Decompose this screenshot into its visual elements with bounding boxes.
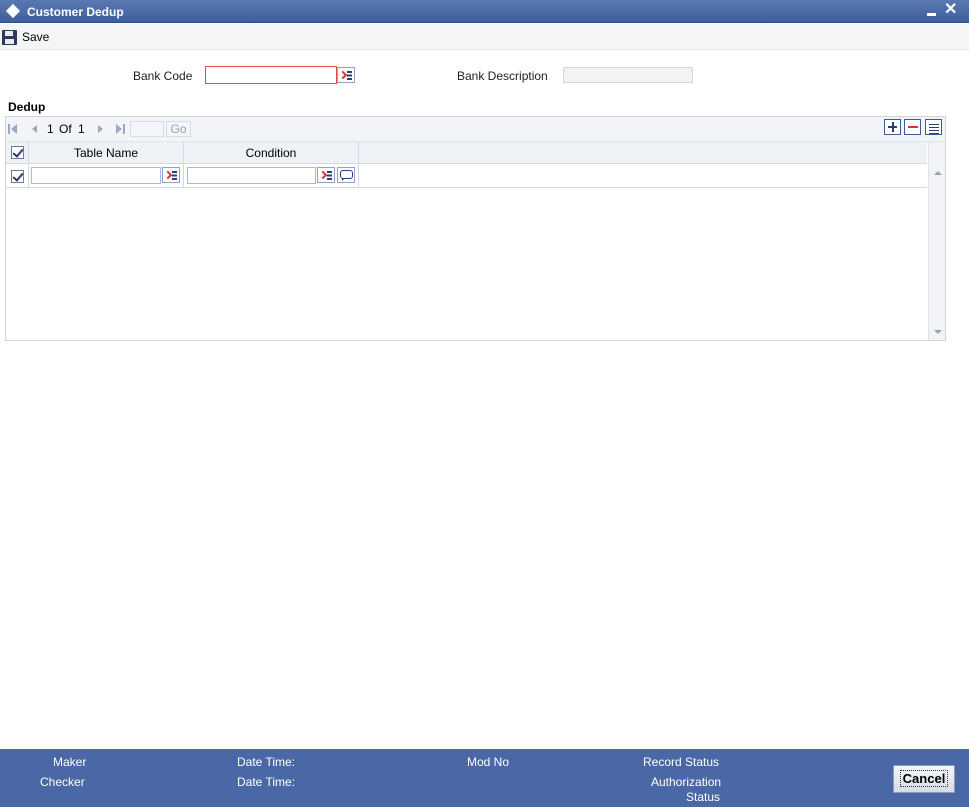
page-number-input[interactable] <box>130 121 164 137</box>
cancel-label: Cancel <box>899 770 949 787</box>
grid-vertical-scrollbar[interactable] <box>928 142 945 340</box>
grid-header: Table Name Condition <box>6 142 927 164</box>
toolbar: Save <box>0 24 969 50</box>
lov-arrow-icon <box>338 70 348 80</box>
condition-lov-button[interactable] <box>317 167 335 183</box>
add-row-button[interactable] <box>884 119 901 135</box>
floppy-disk-icon <box>2 29 17 45</box>
condition-header: Condition <box>245 146 297 160</box>
table-name-cell <box>29 164 184 187</box>
select-all-checkbox[interactable] <box>11 146 24 159</box>
lov-list-icon <box>172 171 177 180</box>
window-title: Customer Dedup <box>27 5 124 19</box>
checker-date-time-label: Date Time: <box>237 775 296 789</box>
audit-footer: Maker Checker Date Time: Date Time: Mod … <box>0 749 969 807</box>
go-button[interactable]: Go <box>166 121 191 137</box>
lov-arrow-icon <box>163 170 173 180</box>
header-condition: Condition <box>184 142 359 163</box>
lov-list-icon <box>347 71 352 80</box>
dedup-grid: 1 Of 1 Go Table Name Condition <box>5 116 946 341</box>
scroll-up-icon[interactable] <box>934 171 942 175</box>
current-page: 1 <box>47 122 54 136</box>
header-select-cell <box>6 142 29 163</box>
bank-code-lov-button[interactable] <box>337 67 355 83</box>
mod-no-label: Mod No <box>467 755 510 769</box>
next-page-icon[interactable] <box>98 125 103 133</box>
header-table-name: Table Name <box>29 142 184 163</box>
table-name-header: Table Name <box>73 146 139 160</box>
bank-code-label: Bank Code <box>133 69 193 83</box>
cancel-button[interactable]: Cancel <box>893 765 955 793</box>
table-name-lov-button[interactable] <box>162 167 180 183</box>
table-name-input[interactable] <box>31 167 161 184</box>
save-button[interactable]: Save <box>2 28 49 46</box>
maker-date-time-label: Date Time: <box>237 755 296 769</box>
table-row <box>6 164 927 188</box>
window-titlebar: Customer Dedup ✕ <box>0 0 969 23</box>
dedup-section-title: Dedup <box>8 100 46 114</box>
condition-cell <box>184 164 359 187</box>
bank-description-label: Bank Description <box>457 69 548 83</box>
lov-arrow-icon <box>318 170 328 180</box>
of-label: Of <box>59 122 72 136</box>
record-status-label: Record Status <box>643 755 720 769</box>
checker-label: Checker <box>40 775 85 789</box>
bank-code-input[interactable] <box>205 66 337 84</box>
row-checkbox[interactable] <box>11 170 24 183</box>
single-view-button[interactable] <box>925 119 942 135</box>
maker-label: Maker <box>53 755 87 769</box>
authorization-status-label-line2: Status <box>686 790 721 804</box>
grid-pager: 1 Of 1 Go <box>6 117 945 142</box>
row-select-cell <box>6 164 29 187</box>
total-pages: 1 <box>78 122 85 136</box>
authorization-status-label-line1: Authorization <box>651 775 722 789</box>
last-page-icon[interactable] <box>116 124 125 134</box>
previous-page-icon[interactable] <box>32 125 37 133</box>
scroll-down-icon[interactable] <box>934 330 942 334</box>
save-label: Save <box>22 30 50 44</box>
minimize-icon[interactable] <box>927 13 936 16</box>
delete-row-button[interactable] <box>904 119 921 135</box>
first-page-icon[interactable] <box>8 124 17 134</box>
condition-input[interactable] <box>187 167 316 184</box>
bank-description-input <box>563 67 693 83</box>
lov-list-icon <box>327 171 332 180</box>
app-diamond-icon <box>5 3 21 19</box>
close-icon[interactable]: ✕ <box>944 1 957 19</box>
condition-editor-chat-icon[interactable] <box>337 167 355 183</box>
